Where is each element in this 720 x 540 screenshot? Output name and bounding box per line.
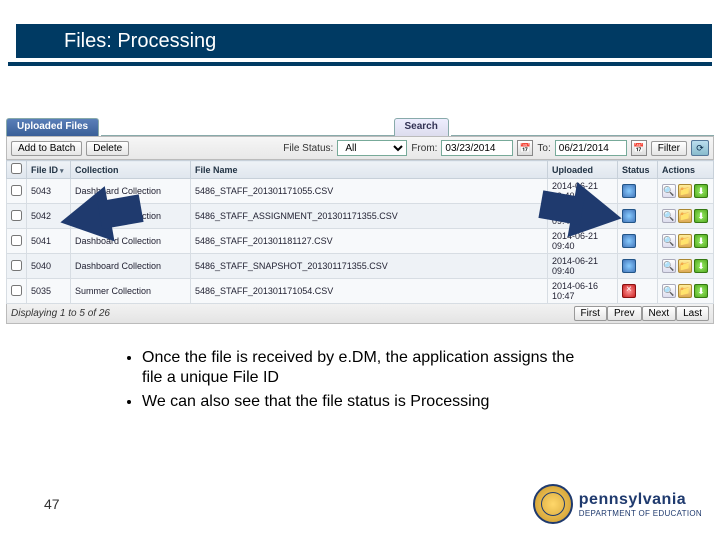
row-checkbox[interactable] [11,185,22,196]
logo-line2: DEPARTMENT OF EDUCATION [579,509,702,518]
processing-icon [622,259,636,273]
bullet-item: Once the file is received by e.DM, the a… [142,348,594,388]
prev-button[interactable]: Prev [607,306,642,321]
download-icon[interactable]: ⬇ [694,184,708,198]
to-date-input[interactable] [555,140,627,156]
file-status-select[interactable]: All [337,140,407,156]
download-icon[interactable]: ⬇ [694,259,708,273]
toolbar: Add to Batch Delete File Status: All Fro… [6,136,714,160]
error-icon [622,284,636,298]
bullet-item: We can also see that the file status is … [142,392,594,412]
file-status-label: File Status: [283,143,333,154]
row-checkbox[interactable] [11,260,22,271]
title-underline [8,62,712,66]
processing-icon [622,234,636,248]
folder-icon[interactable]: 📁 [678,284,692,298]
processing-icon [622,209,636,223]
cell-file-name: 5486_STAFF_201301171055.CSV [191,179,548,204]
pager: Displaying 1 to 5 of 26 First Prev Next … [6,304,714,324]
calendar-icon[interactable]: 📅 [631,140,647,156]
next-button[interactable]: Next [642,306,677,321]
to-label: To: [537,143,550,154]
from-label: From: [411,143,437,154]
calendar-icon[interactable]: 📅 [517,140,533,156]
cell-file-id: 5040 [27,254,71,279]
download-icon[interactable]: ⬇ [694,209,708,223]
cell-uploaded: 2014-06-16 10:47 [548,279,618,304]
add-to-batch-button[interactable]: Add to Batch [11,141,82,156]
download-icon[interactable]: ⬇ [694,234,708,248]
col-file-name[interactable]: File Name [191,161,548,179]
logo-line1: pennsylvania [579,491,702,509]
cell-collection: Summer Collection [71,279,191,304]
view-icon[interactable]: 🔍 [662,209,676,223]
view-icon[interactable]: 🔍 [662,284,676,298]
cell-actions: 🔍📁⬇ [658,204,714,229]
col-collection[interactable]: Collection [71,161,191,179]
cell-file-name: 5486_STAFF_ASSIGNMENT_201301171355.CSV [191,204,548,229]
title-stripe [8,24,56,58]
cell-file-name: 5486_STAFF_201301181127.CSV [191,229,548,254]
filter-button[interactable]: Filter [651,141,687,156]
cell-file-name: 5486_STAFF_201301171054.CSV [191,279,548,304]
delete-button[interactable]: Delete [86,141,129,156]
cell-actions: 🔍📁⬇ [658,279,714,304]
cell-status [618,229,658,254]
cell-file-id: 5035 [27,279,71,304]
slide-title: Files: Processing [64,30,216,53]
first-button[interactable]: First [574,306,607,321]
table-row: 5040Dashboard Collection5486_STAFF_SNAPS… [7,254,714,279]
cell-actions: 🔍📁⬇ [658,179,714,204]
state-seal-icon [533,484,573,524]
cell-status [618,254,658,279]
col-file-id[interactable]: File ID [27,161,71,179]
callout-arrow-right [568,182,627,246]
cell-file-name: 5486_STAFF_SNAPSHOT_201301171355.CSV [191,254,548,279]
refresh-icon[interactable]: ⟳ [691,140,709,156]
col-actions[interactable]: Actions [658,161,714,179]
cell-status [618,279,658,304]
view-icon[interactable]: 🔍 [662,184,676,198]
download-icon[interactable]: ⬇ [694,284,708,298]
cell-actions: 🔍📁⬇ [658,229,714,254]
tab-search[interactable]: Search [394,118,449,136]
folder-icon[interactable]: 📁 [678,259,692,273]
folder-icon[interactable]: 📁 [678,209,692,223]
slide-number: 47 [44,496,60,512]
callout-arrow-left [56,186,115,250]
folder-icon[interactable]: 📁 [678,234,692,248]
bullet-list: Once the file is received by e.DM, the a… [124,348,594,416]
view-icon[interactable]: 🔍 [662,234,676,248]
row-checkbox[interactable] [11,235,22,246]
from-date-input[interactable] [441,140,513,156]
cell-actions: 🔍📁⬇ [658,254,714,279]
title-bar: Files: Processing [8,24,712,58]
col-status[interactable]: Status [618,161,658,179]
logo: pennsylvania DEPARTMENT OF EDUCATION [533,484,702,524]
view-icon[interactable]: 🔍 [662,259,676,273]
cell-uploaded: 2014-06-21 09:40 [548,254,618,279]
pager-info: Displaying 1 to 5 of 26 [11,308,574,319]
col-uploaded[interactable]: Uploaded [548,161,618,179]
row-checkbox[interactable] [11,210,22,221]
cell-collection: Dashboard Collection [71,254,191,279]
row-checkbox[interactable] [11,285,22,296]
select-all-checkbox[interactable] [11,163,22,174]
table-row: 5035Summer Collection5486_STAFF_20130117… [7,279,714,304]
last-button[interactable]: Last [676,306,709,321]
tab-uploaded-files[interactable]: Uploaded Files [6,118,99,136]
folder-icon[interactable]: 📁 [678,184,692,198]
